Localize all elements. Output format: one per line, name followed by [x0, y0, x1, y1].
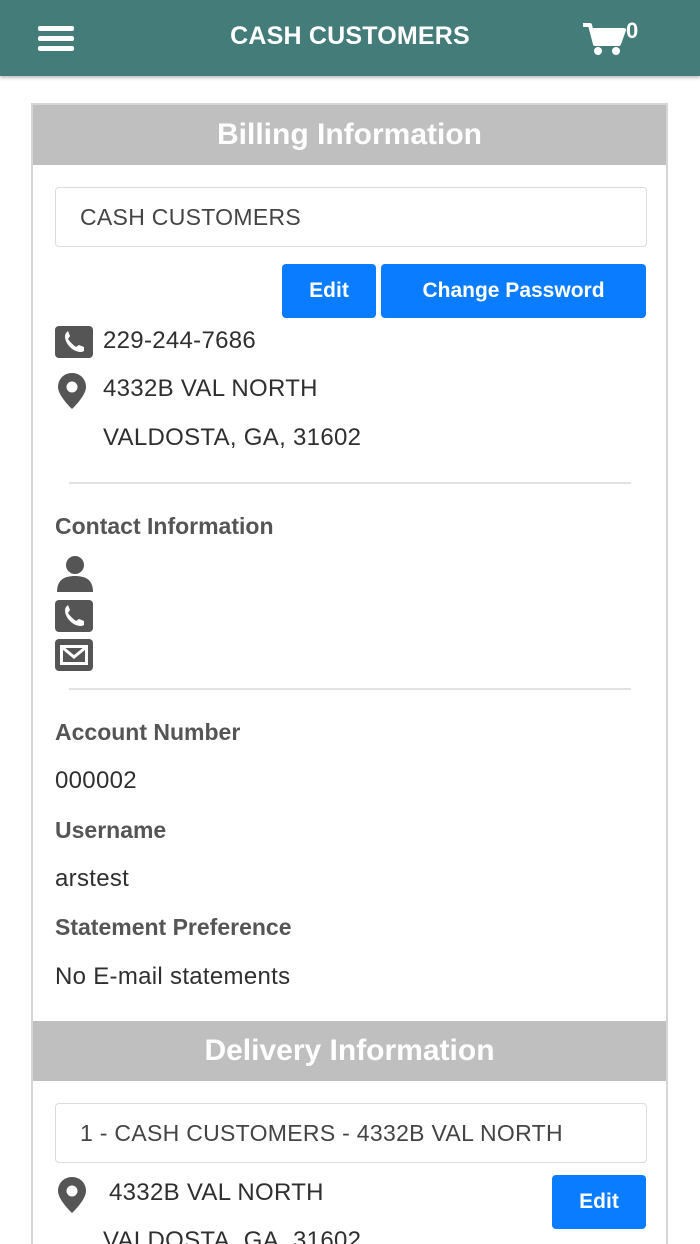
username-value: arstest	[55, 865, 130, 892]
top-app-bar: CASH CUSTOMERS 0	[0, 0, 700, 76]
username-label: Username	[55, 817, 167, 843]
billing-address-line2: VALDOSTA, GA, 31602	[103, 424, 362, 451]
account-number-label: Account Number	[55, 719, 241, 745]
contact-information-heading: Contact Information	[55, 513, 274, 539]
user-icon	[57, 556, 93, 592]
account-number-value: 000002	[55, 767, 137, 794]
delivery-address-line1: 4332B VAL NORTH	[109, 1179, 324, 1206]
phone-square-icon	[55, 326, 93, 358]
contact-phone-icon	[55, 600, 93, 632]
divider	[69, 482, 631, 484]
shopping-cart-icon	[583, 23, 626, 55]
billing-phone: 229-244-7686	[103, 327, 257, 354]
delivery-map-marker-icon	[58, 1177, 86, 1213]
cart-count-badge: 0	[626, 18, 639, 43]
statement-preference-value: No E-mail statements	[55, 963, 291, 990]
divider	[69, 688, 631, 690]
delivery-section-header: Delivery Information	[33, 1021, 666, 1081]
map-marker-icon	[58, 373, 86, 409]
billing-edit-button[interactable]: Edit	[282, 264, 376, 318]
billing-address-line1: 4332B VAL NORTH	[103, 375, 318, 402]
billing-customer-name: CASH CUSTOMERS	[55, 187, 647, 247]
delivery-edit-button[interactable]: Edit	[552, 1175, 646, 1229]
account-card: Billing Information CASH CUSTOMERS Edit …	[31, 103, 668, 1244]
billing-section-header: Billing Information	[33, 105, 666, 165]
statement-preference-label: Statement Preference	[55, 914, 292, 940]
delivery-location-select[interactable]: 1 - CASH CUSTOMERS - 4332B VAL NORTH	[55, 1103, 647, 1163]
cart-button[interactable]: 0	[582, 18, 642, 58]
change-password-button[interactable]: Change Password	[381, 264, 646, 318]
delivery-address-line2: VALDOSTA, GA, 31602	[103, 1227, 362, 1244]
envelope-icon	[55, 639, 93, 671]
